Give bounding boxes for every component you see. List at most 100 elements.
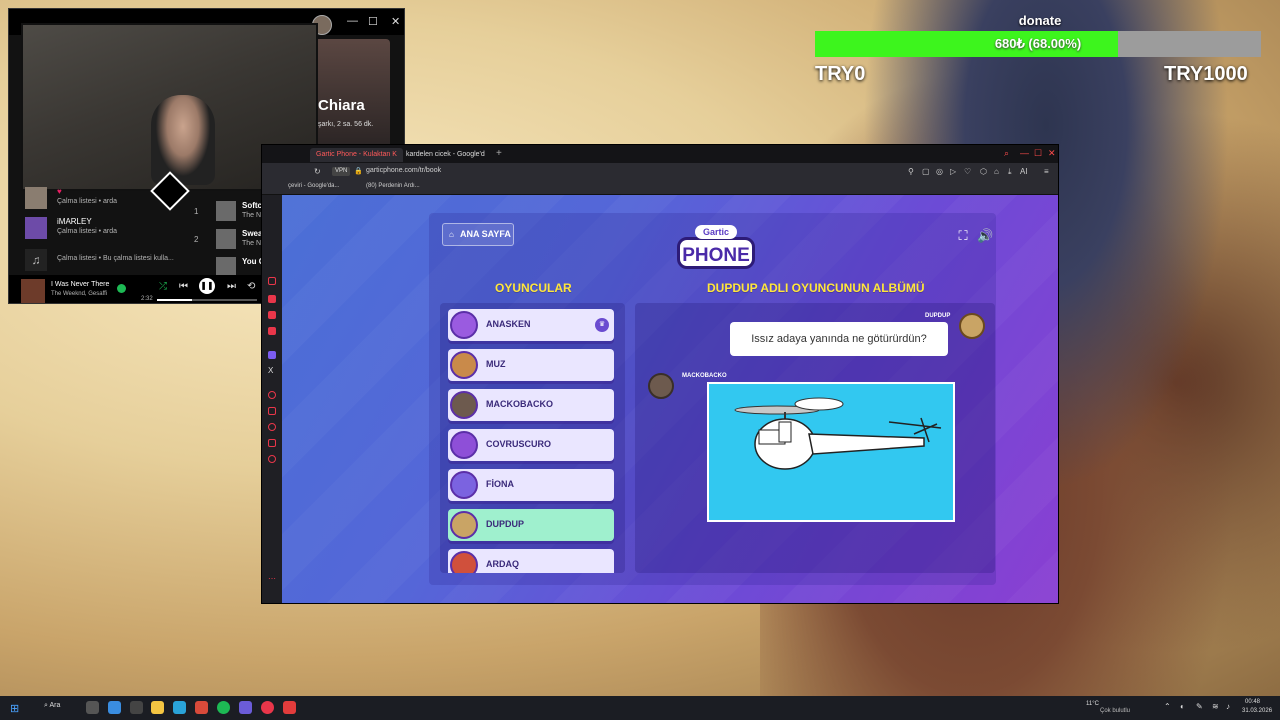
network-tray-icon[interactable]: ◐ <box>1180 702 1185 711</box>
player-icon[interactable]: ▷ <box>950 167 956 176</box>
url-field[interactable]: garticphone.com/tr/book <box>366 167 441 174</box>
sidebar-x-icon[interactable]: X <box>268 367 276 375</box>
spotify-icon[interactable] <box>217 701 230 714</box>
sidebar-history-icon[interactable] <box>268 423 276 431</box>
playlist-banner <box>310 39 390 149</box>
volume-icon[interactable]: 🔊 <box>977 228 993 244</box>
sidebar-bookmark-icon[interactable] <box>268 407 276 415</box>
pin-icon[interactable]: ⚲ <box>908 167 914 176</box>
donate-title: donate <box>1018 13 1062 28</box>
widgets-icon[interactable] <box>108 701 121 714</box>
track-number: 1 <box>194 207 199 216</box>
edge-icon[interactable] <box>173 701 186 714</box>
player-avatar <box>450 391 478 419</box>
volume-icon[interactable]: ♪ <box>1226 702 1230 711</box>
tab-google-search[interactable]: kardelen cicek - Google'd <box>400 148 491 162</box>
track-cover <box>216 257 236 277</box>
pen-icon[interactable]: ✎ <box>1196 702 1203 711</box>
bookmarks-bar: çeviri - Google'da... (80) Perdenin Ardı… <box>262 181 1058 195</box>
opera-gx-icon[interactable] <box>261 701 274 714</box>
previous-icon[interactable]: ⏮ <box>179 281 188 292</box>
snapshot-icon[interactable]: ◎ <box>936 167 943 176</box>
minimize-icon[interactable]: — <box>1020 148 1029 158</box>
wallet-icon[interactable]: ⌂ <box>994 167 999 176</box>
now-playing-artist[interactable]: The Weeknd, Gesaffi <box>51 291 107 297</box>
prompt-author-avatar <box>959 313 985 339</box>
heart-icon[interactable]: ♡ <box>964 167 971 176</box>
pause-button[interactable]: ❚❚ <box>199 278 215 294</box>
fullscreen-icon[interactable]: ⛶ <box>955 228 971 244</box>
heart-icon: ♥ <box>57 187 62 196</box>
windows-start-icon[interactable]: ⊞ <box>10 702 19 715</box>
library-item[interactable]: ♥ Çalma listesi • arda <box>25 185 185 211</box>
music-note-icon: ♫ <box>25 249 47 271</box>
new-tab-icon[interactable]: + <box>496 148 502 159</box>
donate-progress-text: 680₺ (68.00%) <box>994 36 1082 51</box>
weather-temp[interactable]: 11°C <box>1086 701 1099 707</box>
windows-taskbar: ⊞ ⌕ Ara 11°C Çok bulutlu ⌃ ◐ ✎ ≋ ♪ 00:48… <box>0 696 1280 720</box>
clock-date[interactable]: 31.03.2026 <box>1242 708 1272 714</box>
weather-desc[interactable]: Çok bulutlu <box>1100 708 1130 714</box>
library-item-title: iMARLEY <box>57 217 92 226</box>
vpn-badge[interactable]: VPN <box>332 167 351 176</box>
tab-gartic-phone[interactable]: Gartic Phone - Kulaktan K <box>310 148 403 162</box>
player-avatar <box>450 551 478 573</box>
close-icon[interactable]: ✕ <box>1048 148 1056 159</box>
desktop-wallpaper: donate 680₺ (68.00%) TRY0 TRY1000 — ☐ ✕ … <box>0 0 1280 696</box>
repeat-icon[interactable]: ⟲ <box>247 281 255 292</box>
player-avatar <box>450 351 478 379</box>
bookmark-item[interactable]: çeviri - Google'da... <box>288 183 340 189</box>
bookmark-item[interactable]: (80) Perdenin Ardı... <box>366 183 420 189</box>
screenshot-icon[interactable]: ▢ <box>922 167 930 176</box>
menu-icon[interactable]: ≡ <box>1044 167 1049 176</box>
calendar-icon[interactable] <box>130 701 143 714</box>
next-icon[interactable]: ⏭ <box>227 281 236 292</box>
recorder-icon[interactable] <box>283 701 296 714</box>
now-playing-title[interactable]: I Was Never There <box>51 281 109 288</box>
extensions-icon[interactable]: ⬡ <box>980 167 987 176</box>
player-avatar <box>450 311 478 339</box>
maximize-icon[interactable]: ☐ <box>1034 148 1042 159</box>
playback-progress[interactable] <box>157 299 257 301</box>
sidebar-app-icon[interactable] <box>268 295 276 303</box>
sidebar-twitch-icon[interactable] <box>268 351 276 359</box>
file-explorer-icon[interactable] <box>151 701 164 714</box>
teams-icon[interactable] <box>239 701 252 714</box>
sidebar-player-icon[interactable] <box>268 391 276 399</box>
library-item-cover <box>25 217 47 239</box>
browser-sidebar: X ⋯ <box>262 195 282 603</box>
maximize-icon[interactable]: ☐ <box>368 15 378 28</box>
search-icon[interactable]: ⌕ <box>1004 148 1009 159</box>
home-button[interactable]: ⌂ ANA SAYFA <box>442 223 514 246</box>
sidebar-extensions-icon[interactable] <box>268 439 276 447</box>
close-icon[interactable]: ✕ <box>391 15 400 28</box>
clock-time[interactable]: 00:48 <box>1245 699 1260 705</box>
player-name: MACKOBACKO <box>486 399 553 409</box>
sidebar-app-icon[interactable] <box>268 327 276 335</box>
library-item[interactable]: ♫ Çalma listesi • Bu çalma listesi kulla… <box>25 247 185 273</box>
players-list[interactable]: ANASKEN ♛ MUZ MACKOBACKO COVRUSCURO FİON… <box>440 303 625 573</box>
drawing-author: MACKOBACKO <box>682 373 727 379</box>
task-view-icon[interactable] <box>86 701 99 714</box>
address-bar: ↻ VPN 🔒 garticphone.com/tr/book ⚲ ▢ ◎ ▷ … <box>262 163 1058 181</box>
sidebar-more-icon[interactable]: ⋯ <box>268 575 276 583</box>
wifi-icon[interactable]: ≋ <box>1212 702 1219 711</box>
player-row-covruscuro: COVRUSCURO <box>448 429 614 461</box>
minimize-icon[interactable]: — <box>347 15 358 27</box>
reload-icon[interactable]: ↻ <box>314 167 321 176</box>
saved-check-icon[interactable] <box>117 284 126 293</box>
download-icon[interactable]: ⤓ <box>1008 167 1012 177</box>
now-playing-cover <box>21 279 45 303</box>
sidebar-aria-icon[interactable] <box>268 277 276 285</box>
library-item[interactable]: iMARLEY Çalma listesi • arda <box>25 215 185 241</box>
sidebar-messenger-icon[interactable] <box>268 311 276 319</box>
chevron-up-icon[interactable]: ⌃ <box>1164 702 1171 711</box>
sidebar-settings-icon[interactable] <box>268 455 276 463</box>
ai-icon[interactable]: AI <box>1020 167 1028 176</box>
playlist-subtitle: şarkı, 2 sa. 56 dk. <box>318 121 374 128</box>
crown-icon: ♛ <box>595 318 609 332</box>
taskbar-search[interactable]: ⌕ Ara <box>44 702 60 710</box>
shuffle-icon[interactable]: ⤮ <box>159 281 167 292</box>
chrome-icon[interactable] <box>195 701 208 714</box>
webcam-person <box>151 95 215 185</box>
